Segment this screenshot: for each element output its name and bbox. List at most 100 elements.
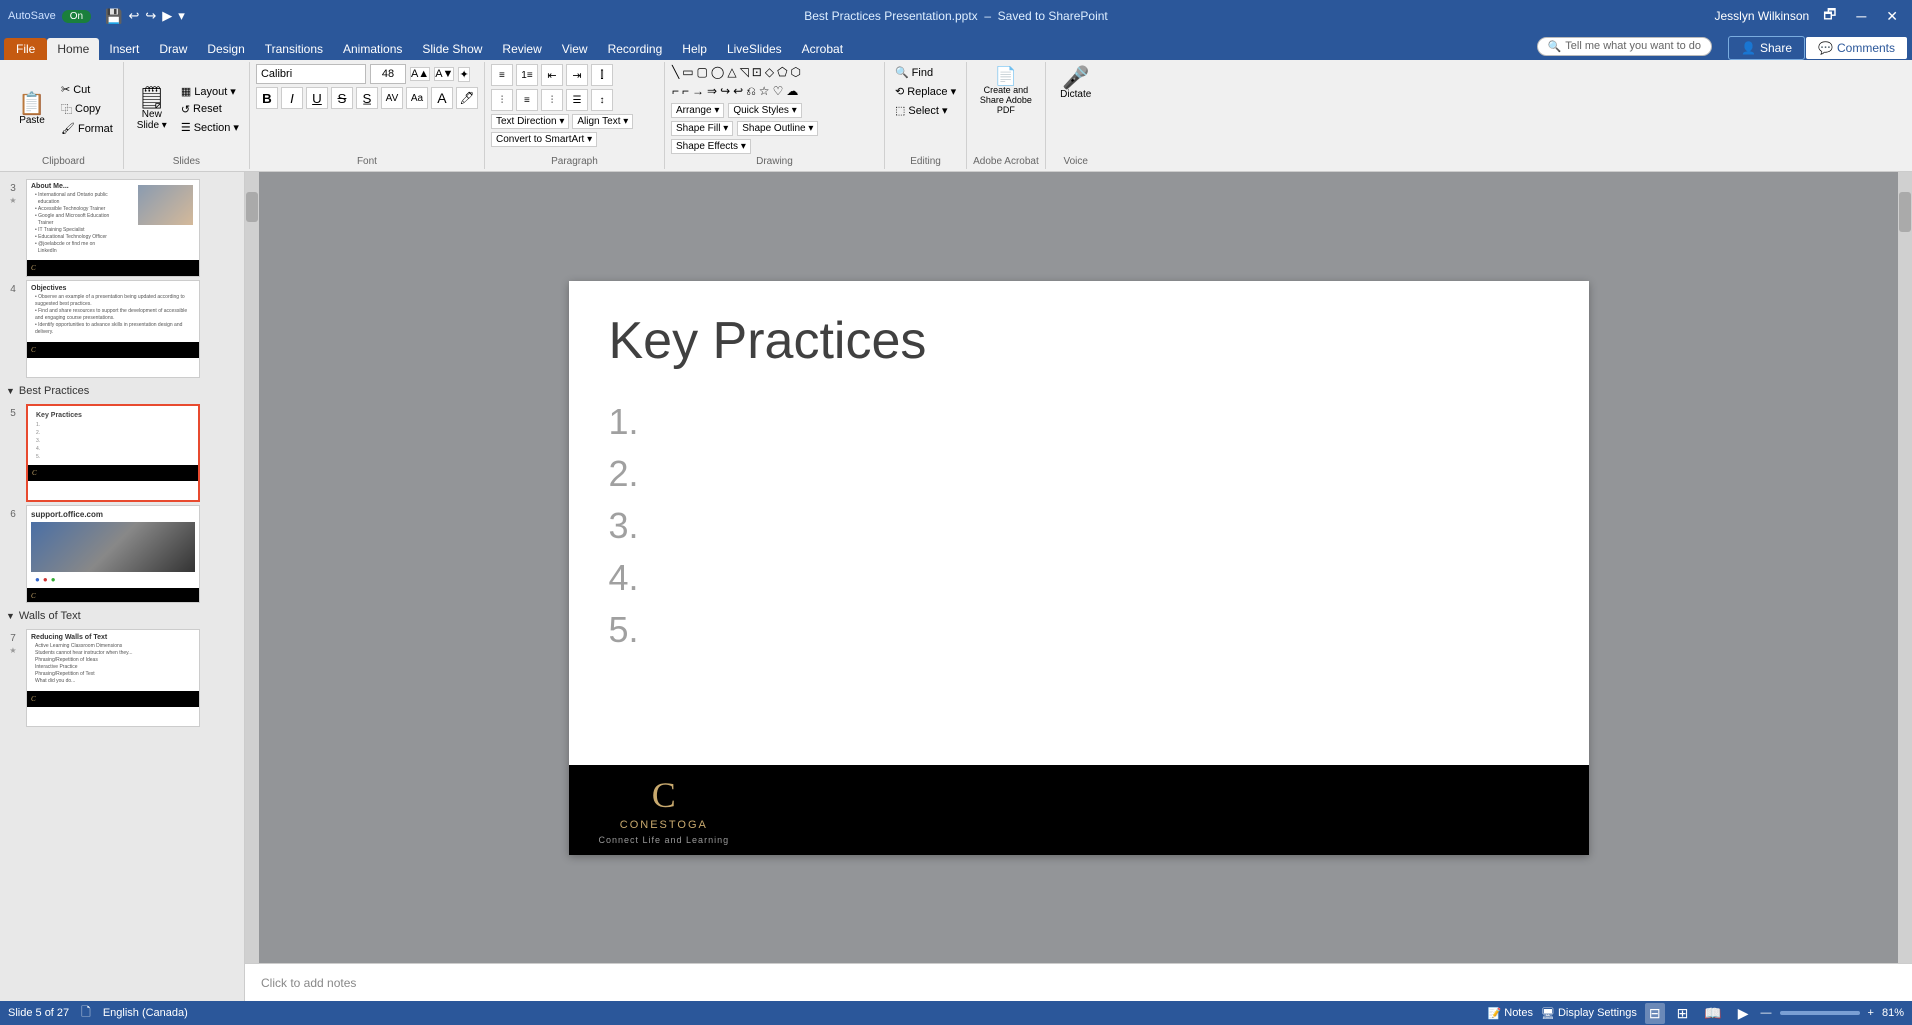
- bullets-button[interactable]: ≡: [491, 64, 513, 86]
- section-best-practices[interactable]: ▼ Best Practices: [4, 381, 240, 401]
- share-button[interactable]: 👤 Share: [1728, 36, 1805, 60]
- vertical-scrollbar[interactable]: [245, 172, 259, 963]
- new-slide-button[interactable]: 🗒 New Slide ▾: [130, 84, 174, 134]
- tab-design[interactable]: Design: [197, 38, 254, 60]
- shape-callout[interactable]: ⎌: [745, 83, 757, 100]
- tab-animations[interactable]: Animations: [333, 38, 412, 60]
- slide-thumb-7[interactable]: 7 ★ Reducing Walls of Text Active Learni…: [4, 629, 240, 727]
- numbering-button[interactable]: 1≡: [516, 64, 538, 86]
- notes-button[interactable]: 📝 Notes: [1488, 1007, 1533, 1020]
- align-right-button[interactable]: ⫶: [541, 89, 563, 111]
- italic-button[interactable]: I: [281, 87, 303, 109]
- display-settings-button[interactable]: 🖥 Display Settings: [1541, 1007, 1637, 1020]
- align-left-button[interactable]: ⫶: [491, 89, 513, 111]
- notes-bar[interactable]: Click to add notes: [245, 963, 1912, 1001]
- slide-sorter-button[interactable]: ⊞: [1673, 1003, 1693, 1024]
- customize-icon[interactable]: ▾: [178, 8, 185, 24]
- shape-arr3[interactable]: →: [691, 83, 705, 100]
- slide-thumb-5[interactable]: 5 Key Practices 1.2.3.4.5. C: [4, 404, 240, 502]
- tab-insert[interactable]: Insert: [99, 38, 149, 60]
- shape-arr6[interactable]: ↩: [732, 83, 744, 100]
- dictate-button[interactable]: 🎤 Dictate: [1054, 64, 1098, 103]
- font-color-button[interactable]: A: [431, 87, 453, 109]
- shape-arr1[interactable]: ⌐: [671, 83, 680, 100]
- autosave-toggle[interactable]: On: [62, 10, 91, 23]
- decrease-indent-button[interactable]: ⇤: [541, 64, 563, 86]
- slide-thumb-4[interactable]: 4 Objectives • Observe an example of a p…: [4, 280, 240, 378]
- shape-hex[interactable]: ⬡: [790, 64, 802, 80]
- layout-button[interactable]: ▦ Layout ▾: [177, 83, 243, 100]
- increase-font-button[interactable]: A▲: [410, 67, 430, 81]
- tab-review[interactable]: Review: [492, 38, 551, 60]
- minimize-button[interactable]: ─: [1850, 6, 1872, 26]
- comments-button[interactable]: 💬 Comments: [1805, 36, 1908, 60]
- shape-rtri[interactable]: ◹: [739, 64, 750, 80]
- quick-styles-button[interactable]: Quick Styles ▾: [728, 103, 801, 118]
- normal-view-button[interactable]: ⊟: [1645, 1003, 1665, 1024]
- align-text-button[interactable]: Align Text ▾: [572, 114, 633, 129]
- clear-formatting-button[interactable]: ✦: [458, 67, 469, 82]
- shape-fill-button[interactable]: Shape Fill ▾: [671, 121, 733, 136]
- tab-home[interactable]: Home: [47, 38, 99, 60]
- close-button[interactable]: ✕: [1880, 6, 1904, 27]
- bold-button[interactable]: B: [256, 87, 278, 109]
- columns-button[interactable]: ⫿: [591, 64, 613, 86]
- slide-thumb-6[interactable]: 6 support.office.com ● ● ● C: [4, 505, 240, 603]
- tab-transitions[interactable]: Transitions: [255, 38, 333, 60]
- section-walls-of-text[interactable]: ▼ Walls of Text: [4, 606, 240, 626]
- find-button[interactable]: 🔍 Find: [891, 64, 937, 81]
- shape-outline-button[interactable]: Shape Outline ▾: [737, 121, 818, 136]
- format-painter-button[interactable]: 🖌 Format: [57, 120, 117, 137]
- redo-icon[interactable]: ↪: [145, 8, 156, 24]
- shape-line[interactable]: ╲: [671, 64, 680, 80]
- align-center-button[interactable]: ≡: [516, 89, 538, 111]
- shape-rect[interactable]: ▭: [681, 64, 694, 80]
- shape-rrect[interactable]: ▢: [696, 64, 709, 80]
- undo-icon[interactable]: ↩: [128, 8, 139, 24]
- convert-smartart-button[interactable]: Convert to SmartArt ▾: [491, 132, 597, 147]
- font-case-button[interactable]: Aa: [406, 87, 428, 109]
- font-name-input[interactable]: [256, 64, 366, 84]
- replace-button[interactable]: ⟲ Replace ▾: [891, 83, 960, 100]
- reading-view-button[interactable]: 📖: [1700, 1003, 1725, 1024]
- shadow-button[interactable]: S̲: [356, 87, 378, 109]
- shape-diamond[interactable]: ◇: [764, 64, 775, 80]
- slide-body[interactable]: 1. 2. 3. 4. 5.: [569, 391, 1589, 765]
- create-pdf-button[interactable]: 📄 Create and Share Adobe PDF: [976, 64, 1036, 118]
- tell-me-search[interactable]: 🔍 Tell me what you want to do: [1537, 37, 1712, 56]
- tab-recording[interactable]: Recording: [598, 38, 673, 60]
- slide-title[interactable]: Key Practices: [569, 281, 1589, 391]
- shape-arr5[interactable]: ↪: [719, 83, 731, 100]
- reset-button[interactable]: ↺ Reset: [177, 101, 243, 118]
- cut-button[interactable]: ✂ Cut: [57, 81, 117, 98]
- shape-more[interactable]: ⊡: [751, 64, 763, 80]
- copy-button[interactable]: ⿻ Copy: [57, 99, 117, 119]
- present-icon[interactable]: ▶: [162, 8, 172, 24]
- shape-star[interactable]: ☆: [758, 83, 771, 100]
- tab-slideshow[interactable]: Slide Show: [412, 38, 492, 60]
- highlight-button[interactable]: 🖊: [456, 87, 478, 109]
- scroll-thumb[interactable]: [246, 192, 258, 222]
- tab-liveslides[interactable]: LiveSlides: [717, 38, 792, 60]
- underline-button[interactable]: U: [306, 87, 328, 109]
- shape-cloud[interactable]: ☁: [785, 83, 799, 100]
- tab-draw[interactable]: Draw: [149, 38, 197, 60]
- increase-indent-button[interactable]: ⇥: [566, 64, 588, 86]
- canvas-scroll[interactable]: Key Practices 1. 2. 3. 4. 5. C CONESTOGA: [259, 172, 1898, 963]
- zoom-out-icon[interactable]: —: [1761, 1007, 1772, 1019]
- shape-pent[interactable]: ⬠: [776, 64, 788, 80]
- shape-oval[interactable]: ◯: [710, 64, 725, 80]
- tab-acrobat[interactable]: Acrobat: [792, 38, 853, 60]
- right-scroll-thumb[interactable]: [1899, 192, 1911, 232]
- justify-button[interactable]: ☰: [566, 89, 588, 111]
- decrease-font-button[interactable]: A▼: [434, 67, 454, 81]
- save-icon[interactable]: 💾: [105, 8, 122, 25]
- line-spacing-button[interactable]: ↕: [591, 89, 613, 111]
- slide-thumb-3[interactable]: 3 ★ About Me... • International and Onta…: [4, 179, 240, 277]
- select-button[interactable]: ⬚ Select ▾: [891, 102, 952, 119]
- section-button[interactable]: ☰ Section ▾: [177, 119, 243, 136]
- shape-heart[interactable]: ♡: [772, 83, 785, 100]
- shape-tri[interactable]: △: [726, 64, 737, 80]
- tab-file[interactable]: File: [4, 38, 47, 60]
- arrange-button[interactable]: Arrange ▾: [671, 103, 724, 118]
